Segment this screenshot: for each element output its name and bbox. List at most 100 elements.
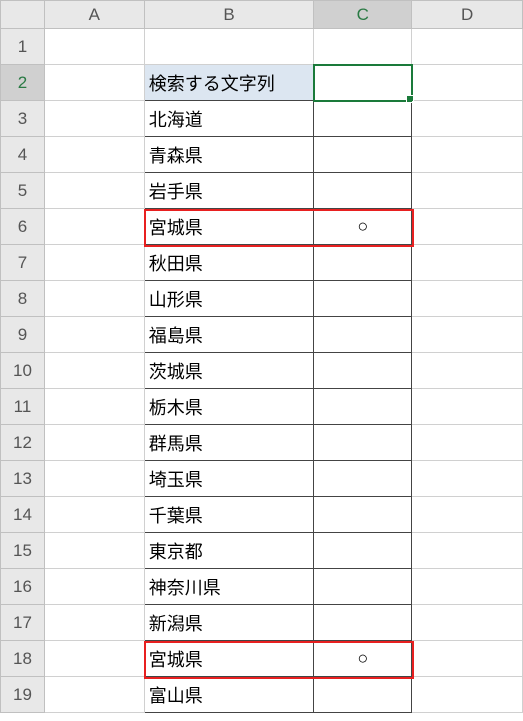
row-header-7[interactable]: 7 <box>1 245 45 281</box>
cell-B9[interactable]: 福島県 <box>144 317 314 353</box>
cell-D12[interactable] <box>412 425 523 461</box>
cell-C5[interactable] <box>314 173 412 209</box>
row-header-6[interactable]: 6 <box>1 209 45 245</box>
cell-B13[interactable]: 埼玉県 <box>144 461 314 497</box>
row-header-2[interactable]: 2 <box>1 65 45 101</box>
col-header-A[interactable]: A <box>44 1 144 29</box>
cell-B17[interactable]: 新潟県 <box>144 605 314 641</box>
cell-C19[interactable] <box>314 677 412 713</box>
cell-A6[interactable] <box>44 209 144 245</box>
cell-B16[interactable]: 神奈川県 <box>144 569 314 605</box>
cell-C12[interactable] <box>314 425 412 461</box>
cell-D16[interactable] <box>412 569 523 605</box>
row-header-3[interactable]: 3 <box>1 101 45 137</box>
cell-D15[interactable] <box>412 533 523 569</box>
cell-B14[interactable]: 千葉県 <box>144 497 314 533</box>
row-header-10[interactable]: 10 <box>1 353 45 389</box>
cell-B18[interactable]: 宮城県 <box>144 641 314 677</box>
cell-D8[interactable] <box>412 281 523 317</box>
cell-D10[interactable] <box>412 353 523 389</box>
row-header-12[interactable]: 12 <box>1 425 45 461</box>
cell-D1[interactable] <box>412 29 523 65</box>
cell-A12[interactable] <box>44 425 144 461</box>
cell-A3[interactable] <box>44 101 144 137</box>
cell-B10[interactable]: 茨城県 <box>144 353 314 389</box>
cell-C9[interactable] <box>314 317 412 353</box>
cell-B5[interactable]: 岩手県 <box>144 173 314 209</box>
row-header-4[interactable]: 4 <box>1 137 45 173</box>
cell-D11[interactable] <box>412 389 523 425</box>
cell-D7[interactable] <box>412 245 523 281</box>
cell-A15[interactable] <box>44 533 144 569</box>
cell-C3[interactable] <box>314 101 412 137</box>
cell-C11[interactable] <box>314 389 412 425</box>
cell-C16[interactable] <box>314 569 412 605</box>
col-header-D[interactable]: D <box>412 1 523 29</box>
cell-C6[interactable]: ○ <box>314 209 412 245</box>
col-header-C[interactable]: C <box>314 1 412 29</box>
cell-D4[interactable] <box>412 137 523 173</box>
cell-C4[interactable] <box>314 137 412 173</box>
cell-D19[interactable] <box>412 677 523 713</box>
row-header-1[interactable]: 1 <box>1 29 45 65</box>
cell-D14[interactable] <box>412 497 523 533</box>
cell-A1[interactable] <box>44 29 144 65</box>
cell-A10[interactable] <box>44 353 144 389</box>
cell-B2[interactable]: 検索する文字列 <box>144 65 314 101</box>
cell-B3[interactable]: 北海道 <box>144 101 314 137</box>
cell-A14[interactable] <box>44 497 144 533</box>
cell-A17[interactable] <box>44 605 144 641</box>
cell-D3[interactable] <box>412 101 523 137</box>
cell-B15[interactable]: 東京都 <box>144 533 314 569</box>
row-header-14[interactable]: 14 <box>1 497 45 533</box>
cell-B12[interactable]: 群馬県 <box>144 425 314 461</box>
row-header-9[interactable]: 9 <box>1 317 45 353</box>
cell-C1[interactable] <box>314 29 412 65</box>
cell-A8[interactable] <box>44 281 144 317</box>
cell-C18[interactable]: ○ <box>314 641 412 677</box>
row-header-19[interactable]: 19 <box>1 677 45 713</box>
cell-C7[interactable] <box>314 245 412 281</box>
cell-C14[interactable] <box>314 497 412 533</box>
col-header-B[interactable]: B <box>144 1 314 29</box>
cell-A13[interactable] <box>44 461 144 497</box>
cell-B11[interactable]: 栃木県 <box>144 389 314 425</box>
cell-A19[interactable] <box>44 677 144 713</box>
cell-D5[interactable] <box>412 173 523 209</box>
cell-D6[interactable] <box>412 209 523 245</box>
row-header-11[interactable]: 11 <box>1 389 45 425</box>
cell-C10[interactable] <box>314 353 412 389</box>
row-header-17[interactable]: 17 <box>1 605 45 641</box>
cell-A5[interactable] <box>44 173 144 209</box>
cell-B7[interactable]: 秋田県 <box>144 245 314 281</box>
cell-D17[interactable] <box>412 605 523 641</box>
cell-C13[interactable] <box>314 461 412 497</box>
cell-D18[interactable] <box>412 641 523 677</box>
cell-D2[interactable] <box>412 65 523 101</box>
row-header-15[interactable]: 15 <box>1 533 45 569</box>
row-header-8[interactable]: 8 <box>1 281 45 317</box>
cell-C8[interactable] <box>314 281 412 317</box>
cell-B1[interactable] <box>144 29 314 65</box>
cell-A11[interactable] <box>44 389 144 425</box>
cell-A16[interactable] <box>44 569 144 605</box>
cell-A9[interactable] <box>44 317 144 353</box>
row-header-16[interactable]: 16 <box>1 569 45 605</box>
cell-D13[interactable] <box>412 461 523 497</box>
cell-C2-active[interactable] <box>314 65 412 101</box>
cell-A7[interactable] <box>44 245 144 281</box>
cell-A18[interactable] <box>44 641 144 677</box>
cell-C15[interactable] <box>314 533 412 569</box>
row-header-18[interactable]: 18 <box>1 641 45 677</box>
row-header-5[interactable]: 5 <box>1 173 45 209</box>
cell-B19[interactable]: 富山県 <box>144 677 314 713</box>
cell-A2[interactable] <box>44 65 144 101</box>
cell-B6[interactable]: 宮城県 <box>144 209 314 245</box>
select-all-corner[interactable] <box>1 1 45 29</box>
row-header-13[interactable]: 13 <box>1 461 45 497</box>
cell-A4[interactable] <box>44 137 144 173</box>
cell-D9[interactable] <box>412 317 523 353</box>
cell-C17[interactable] <box>314 605 412 641</box>
cell-B8[interactable]: 山形県 <box>144 281 314 317</box>
cell-B4[interactable]: 青森県 <box>144 137 314 173</box>
